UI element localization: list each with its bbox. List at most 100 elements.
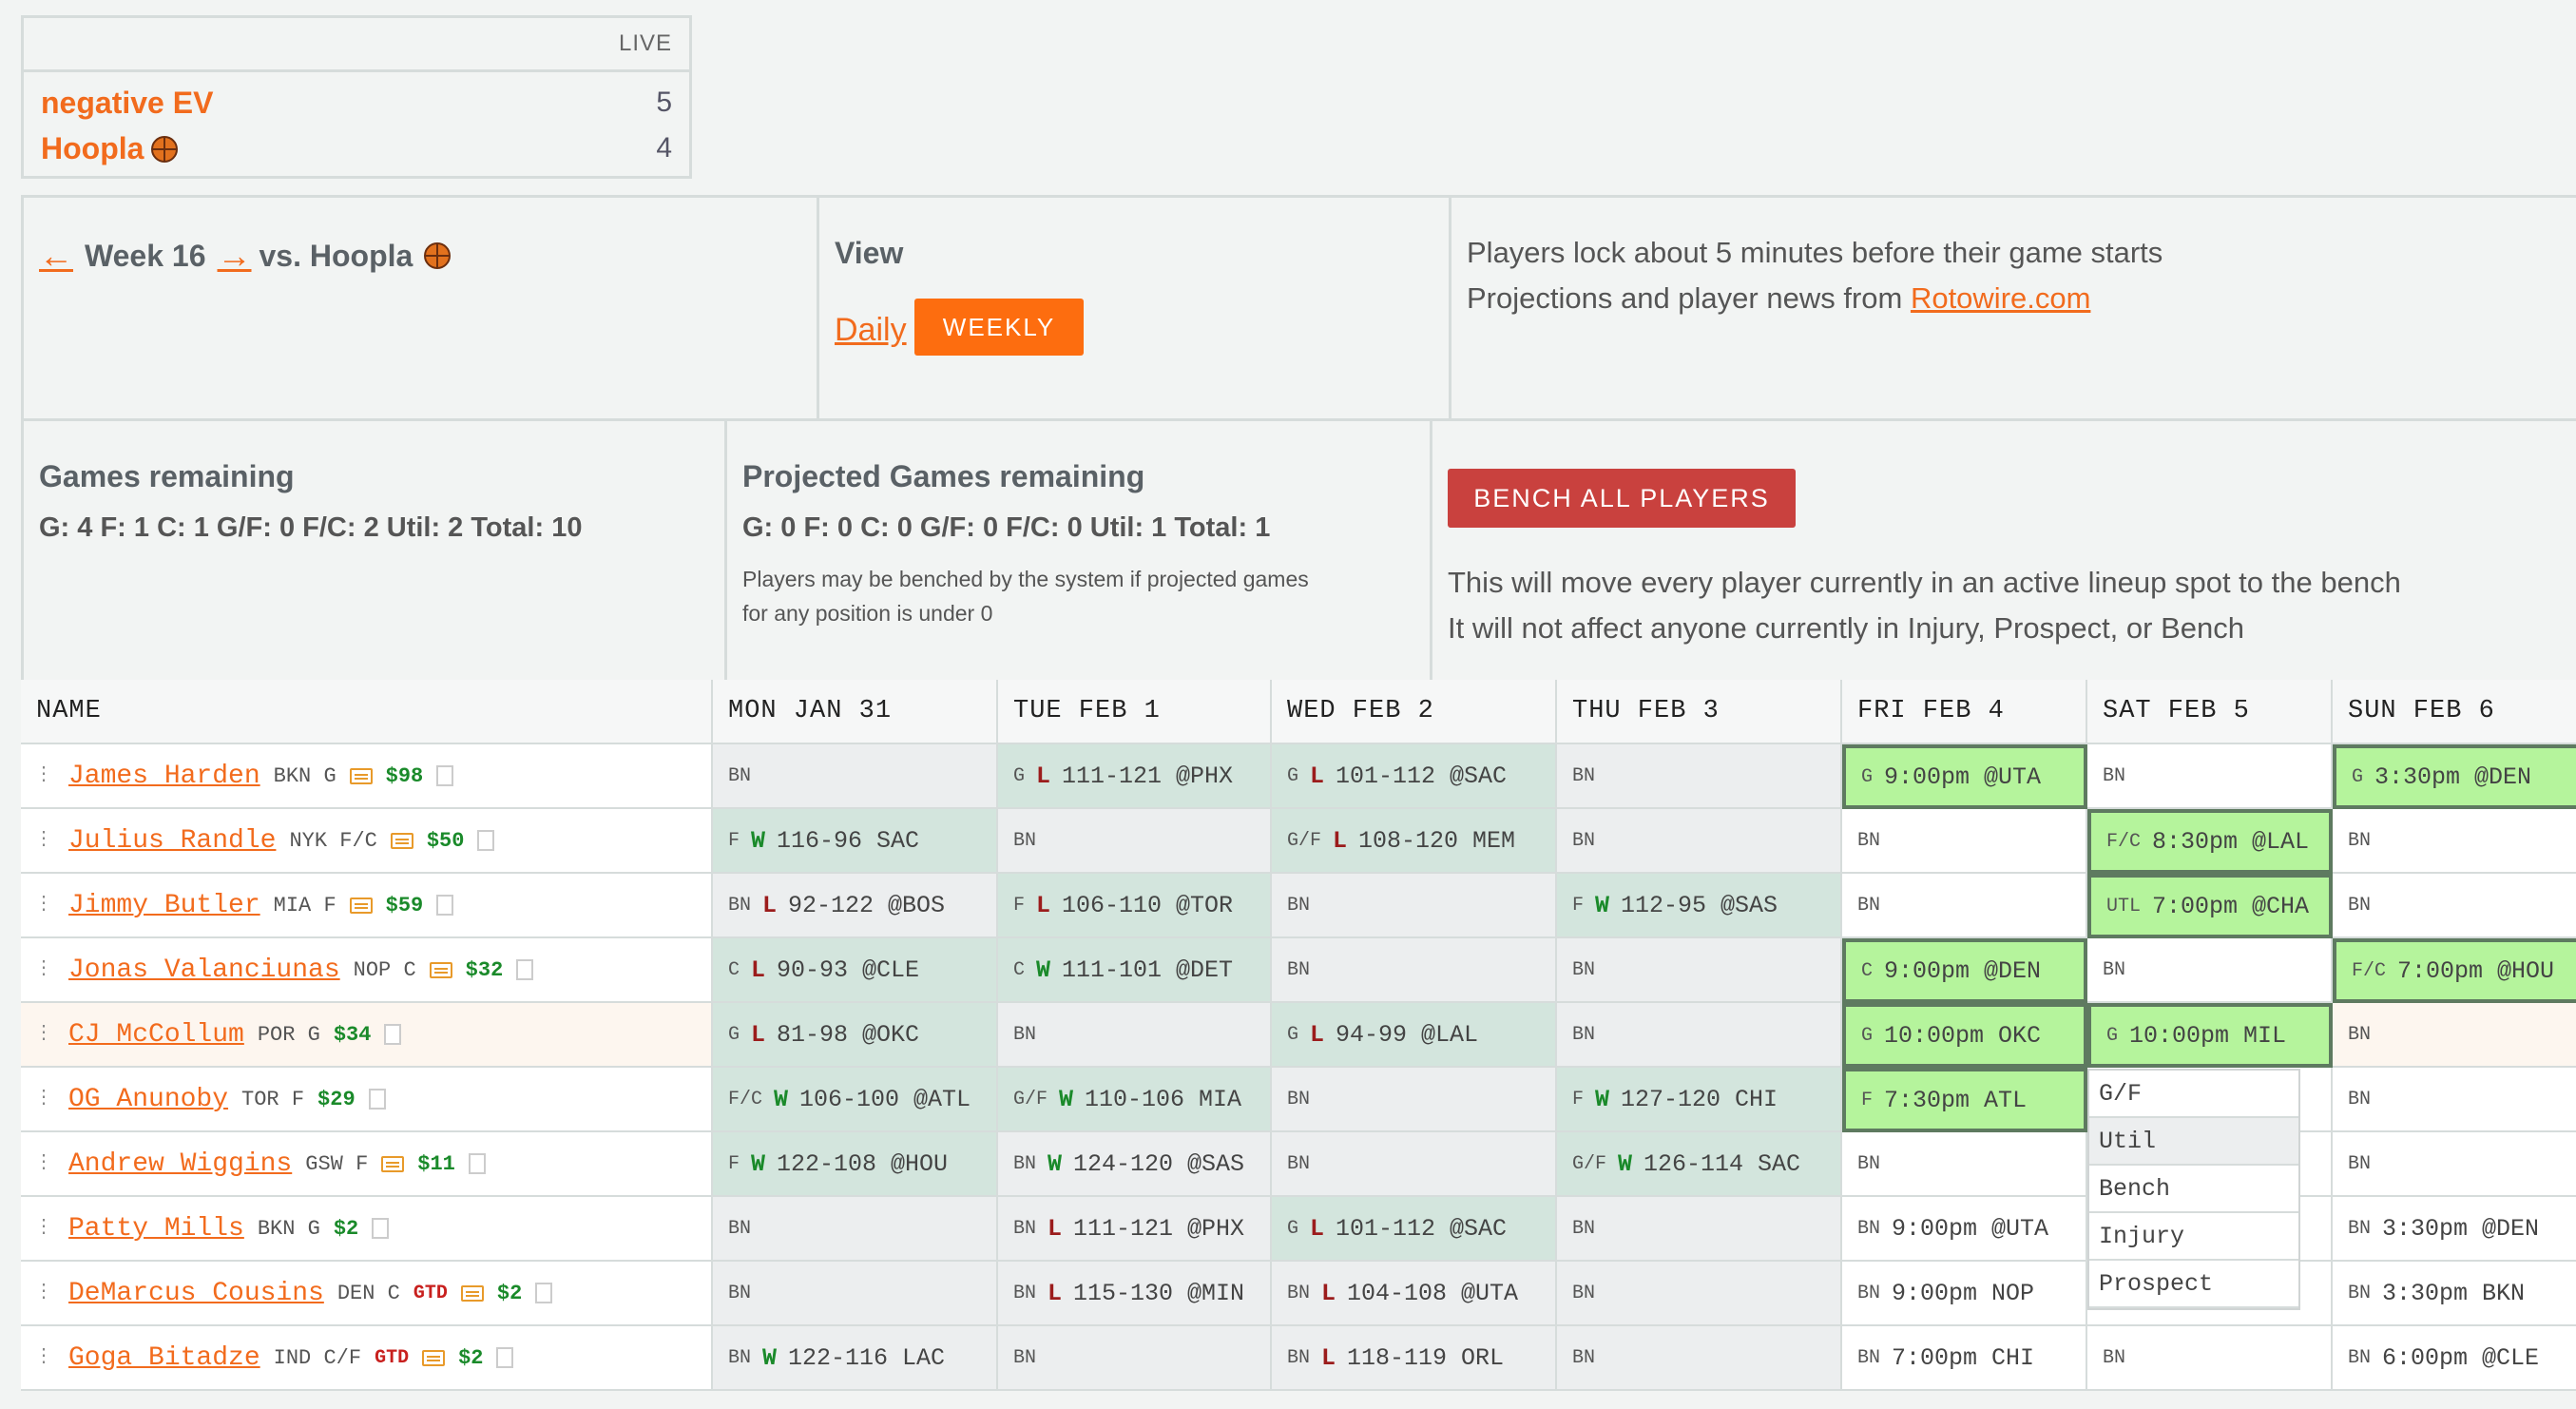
team-name-wrap[interactable]: Hoopla [41,131,179,166]
slot-position[interactable]: BN [1572,1218,1595,1240]
day-cell[interactable]: G L 101-112 @SAC [1272,744,1557,809]
slot-position[interactable]: BN [2348,1024,2371,1046]
drag-handle-icon[interactable]: ⋮ [34,1219,53,1238]
slot-position[interactable]: F/C [2352,960,2386,982]
day-cell[interactable]: BN [1557,1262,1842,1326]
slot-position[interactable]: BN [2348,830,2371,852]
news-icon[interactable] [429,961,452,978]
day-cell[interactable]: BN [713,1262,998,1326]
drag-handle-icon[interactable]: ⋮ [34,1025,53,1044]
note-icon[interactable] [535,1283,553,1303]
player-name-link[interactable]: Goga Bitadze [68,1343,260,1373]
slot-position[interactable]: UTL [2106,896,2141,917]
player-name-link[interactable]: DeMarcus Cousins [68,1279,324,1308]
day-cell[interactable]: BN 3:30pm BKN [2333,1262,2576,1326]
day-cell[interactable]: BN [713,1197,998,1262]
player-name-link[interactable]: CJ McCollum [68,1020,244,1050]
bench-all-players-button[interactable]: BENCH ALL PLAYERS [1448,469,1796,528]
day-cell[interactable]: BN [1272,874,1557,938]
news-icon[interactable] [460,1284,484,1302]
slot-position[interactable]: BN [728,1283,751,1304]
next-week-arrow[interactable]: → [218,236,252,276]
slot-position[interactable]: BN [728,1347,751,1369]
day-cell[interactable]: BN [2333,1003,2576,1068]
note-icon[interactable] [468,1153,486,1174]
day-cell[interactable]: BN 9:00pm @UTA [1842,1197,2087,1262]
slot-position[interactable]: BN [728,1218,751,1240]
dropdown-option[interactable]: G/F [2089,1071,2298,1118]
slot-position[interactable]: BN [1013,1024,1036,1046]
slot-position[interactable]: BN [1572,1347,1595,1369]
slot-position[interactable]: F/C [728,1089,762,1110]
day-cell[interactable]: BN [1557,938,1842,1003]
day-cell[interactable]: C 9:00pm @DEN [1842,938,2087,1003]
slot-position[interactable]: BN [2103,1347,2125,1369]
slot-position[interactable]: BN [1572,959,1595,981]
slot-position[interactable]: F [1572,895,1584,917]
team-name[interactable]: Hoopla [41,131,144,165]
day-cell[interactable]: F/C 7:00pm @HOU [2333,938,2576,1003]
note-icon[interactable] [496,1347,514,1368]
day-cell[interactable]: BN W 124-120 @SAS [998,1132,1272,1197]
slot-position[interactable]: BN [1287,1153,1310,1175]
slot-position[interactable]: F [1013,895,1025,917]
slot-position[interactable]: G [1861,1025,1873,1047]
day-cell[interactable]: BN [2333,1132,2576,1197]
slot-position[interactable]: BN [728,895,751,917]
day-cell[interactable]: F W 127-120 CHI [1557,1068,1842,1132]
day-cell[interactable]: BN [998,1003,1272,1068]
slot-position[interactable]: BN [1572,1283,1595,1304]
note-icon[interactable] [436,765,454,786]
slot-position[interactable]: BN [2103,959,2125,981]
day-cell[interactable]: BN [1557,1003,1842,1068]
day-cell[interactable]: BN [1557,1326,1842,1391]
slot-position[interactable]: BN [1013,1283,1036,1304]
day-cell[interactable]: C W 111-101 @DET [998,938,1272,1003]
slot-position[interactable]: BN [1013,1153,1036,1175]
day-cell[interactable]: BN [2333,874,2576,938]
note-icon[interactable] [436,895,454,916]
day-cell[interactable]: G 9:00pm @UTA [1842,744,2087,809]
dropdown-option[interactable]: Prospect [2089,1261,2298,1308]
day-cell[interactable]: BN [1557,744,1842,809]
player-name-link[interactable]: OG Anunoby [68,1085,228,1114]
slot-position[interactable]: BN [2348,1153,2371,1175]
day-cell[interactable]: G 3:30pm @DEN [2333,744,2576,809]
slot-position[interactable]: BN [1013,1218,1036,1240]
day-cell[interactable]: BN [2087,938,2333,1003]
slot-position[interactable]: BN [1857,1283,1880,1304]
day-cell[interactable]: BN L 115-130 @MIN [998,1262,1272,1326]
team-row[interactable]: negative EV 5 [24,80,689,125]
rotowire-link[interactable]: Rotowire.com [1911,281,2091,315]
dropdown-option[interactable]: Util [2089,1118,2298,1166]
day-cell[interactable]: F W 122-108 @HOU [713,1132,998,1197]
daily-link[interactable]: Daily [835,312,907,349]
note-icon[interactable] [368,1089,386,1110]
day-cell[interactable]: G 10:00pm MIL [2087,1003,2333,1068]
day-cell[interactable]: BN [1557,809,1842,874]
day-cell[interactable]: BN [713,744,998,809]
slot-position[interactable]: BN [1572,1024,1595,1046]
day-cell[interactable]: G/F W 126-114 SAC [1557,1132,1842,1197]
slot-position[interactable]: BN [1013,1347,1036,1369]
slot-position[interactable]: G [1287,1024,1298,1046]
note-icon[interactable] [372,1218,390,1239]
day-cell[interactable]: F/C 8:30pm @LAL [2087,809,2333,874]
day-cell[interactable]: BN [1272,1068,1557,1132]
slot-position[interactable]: BN [1857,1153,1880,1175]
dropdown-option[interactable]: Injury [2089,1213,2298,1261]
day-cell[interactable]: BN L 111-121 @PHX [998,1197,1272,1262]
slot-position[interactable]: G [1013,765,1025,787]
slot-position[interactable]: G/F [1287,830,1321,852]
day-cell[interactable]: BN [2087,1326,2333,1391]
slot-position[interactable]: G [1861,766,1873,788]
drag-handle-icon[interactable]: ⋮ [34,1284,53,1303]
day-cell[interactable]: G/F W 110-106 MIA [998,1068,1272,1132]
slot-position[interactable]: BN [1287,1347,1310,1369]
day-cell[interactable]: BN 9:00pm NOP [1842,1262,2087,1326]
day-cell[interactable]: F W 116-96 SAC [713,809,998,874]
day-cell[interactable]: BN W 122-116 LAC [713,1326,998,1391]
day-cell[interactable]: G 10:00pm OKC [1842,1003,2087,1068]
day-cell[interactable]: BN [1272,938,1557,1003]
note-icon[interactable] [516,959,534,980]
